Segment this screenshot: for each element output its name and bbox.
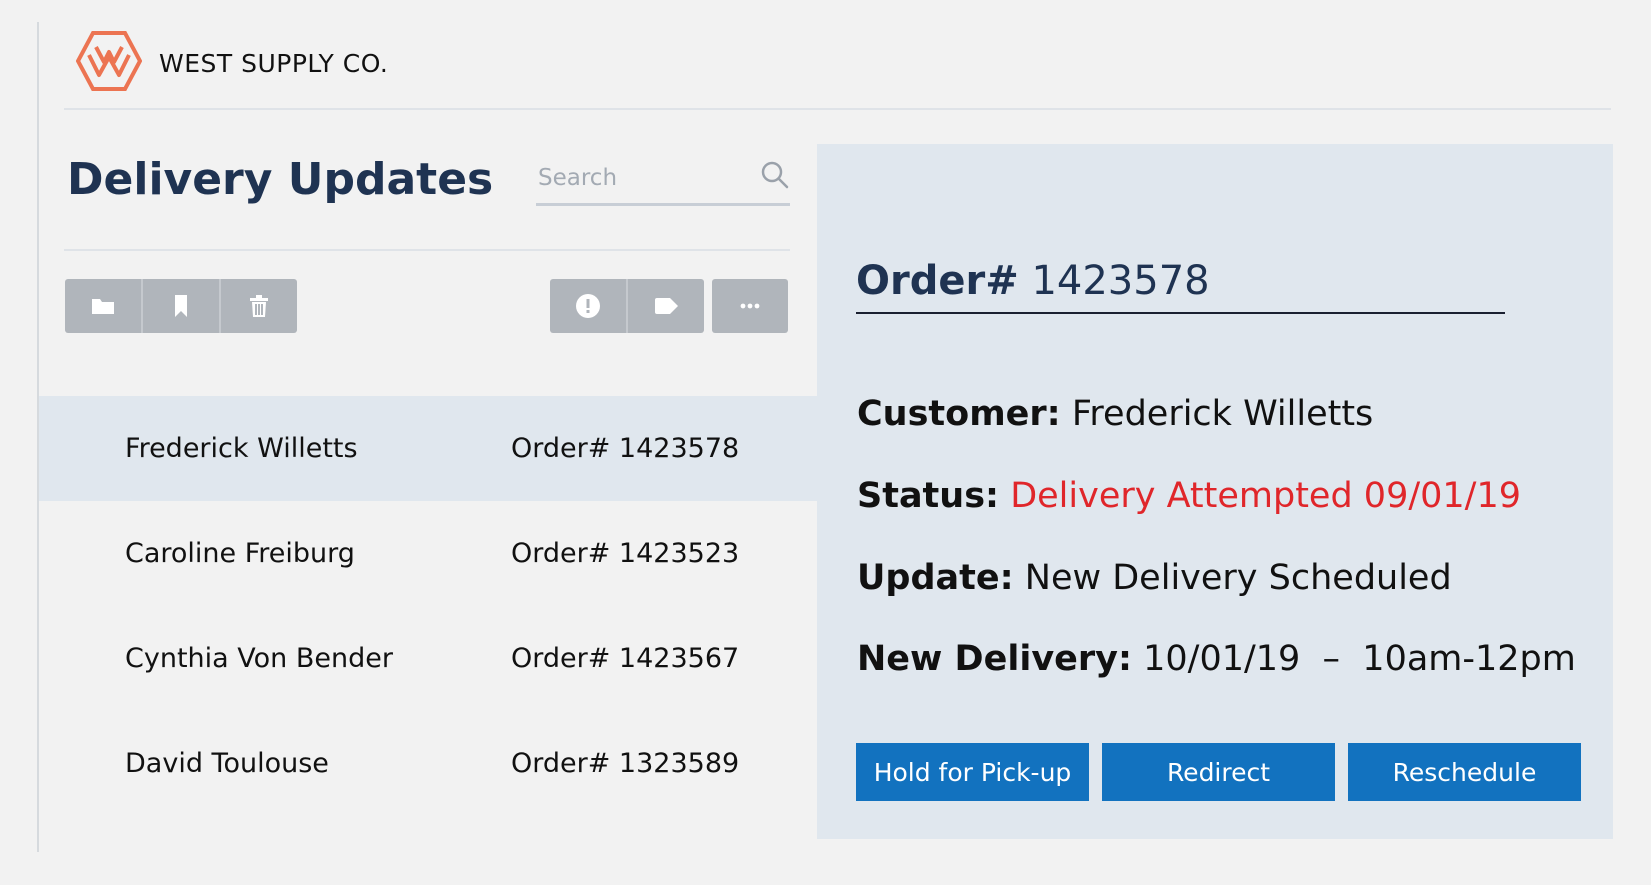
folder-icon [92,299,114,314]
reschedule-button[interactable]: Reschedule [1348,743,1581,801]
hexagon-w-logo [76,31,142,91]
new-delivery-label: New Delivery: [857,639,1132,679]
search-icon[interactable] [760,160,790,190]
search-input[interactable] [536,160,750,196]
customer-label: Customer: [857,394,1061,434]
customer-name: Frederick Willetts [125,433,358,464]
action-buttons: Hold for Pick-up Redirect Reschedule [856,743,1581,801]
list-item[interactable]: Caroline Freiburg Order# 1423523 [39,501,817,606]
search-box [536,158,790,206]
more-icon [740,303,760,309]
order-number: Order# 1423578 [511,433,740,464]
order-heading: Order# 1423578 [856,258,1505,314]
customer-name: Caroline Freiburg [125,538,355,569]
toolbar-left-group [65,279,297,333]
hold-for-pickup-button[interactable]: Hold for Pick-up [856,743,1089,801]
more-group [712,279,788,333]
order-label: Order# [856,258,1019,304]
app-header: WEST SUPPLY CO. [64,22,1611,110]
tag-icon [655,298,678,314]
alert-icon [576,294,600,318]
page-title: Delivery Updates [67,154,494,205]
order-detail-panel: Order# 1423578 Customer: Frederick Wille… [817,144,1613,839]
status-value: Delivery Attempted 09/01/19 [1010,476,1522,516]
order-heading-number: 1423578 [1031,258,1210,304]
section-divider [64,249,790,251]
more-button[interactable] [712,279,788,333]
customer-name: David Toulouse [125,748,329,779]
trash-icon [250,295,268,317]
brand-name: WEST SUPPLY CO. [159,49,389,78]
bookmark-button[interactable] [143,279,221,333]
customer-field: Customer: Frederick Willetts [857,394,1373,434]
list-item[interactable]: David Toulouse Order# 1323589 [39,711,817,816]
customer-value: Frederick Willetts [1071,394,1374,434]
update-label: Update: [857,558,1014,598]
status-field: Status: Delivery Attempted 09/01/19 [857,476,1521,516]
redirect-button[interactable]: Redirect [1102,743,1335,801]
new-delivery-field: New Delivery: 10/01/19 – 10am-12pm [857,639,1576,679]
list-item[interactable]: Cynthia Von Bender Order# 1423567 [39,606,817,711]
list-item[interactable]: Frederick Willetts Order# 1423578 [39,396,817,501]
order-number: Order# 1423567 [511,643,740,674]
update-value: New Delivery Scheduled [1024,558,1452,598]
new-delivery-value: 10/01/19 – 10am-12pm [1143,639,1576,679]
tag-button[interactable] [628,279,704,333]
alert-button[interactable] [550,279,628,333]
update-field: Update: New Delivery Scheduled [857,558,1452,598]
bookmark-icon [175,295,187,317]
order-list: Frederick Willetts Order# 1423578 Caroli… [39,396,817,816]
status-label: Status: [857,476,1000,516]
toolbar-right-group [550,279,704,333]
delete-button[interactable] [221,279,297,333]
order-number: Order# 1323589 [511,748,740,779]
order-number: Order# 1423523 [511,538,740,569]
folder-button[interactable] [65,279,143,333]
customer-name: Cynthia Von Bender [125,643,393,674]
